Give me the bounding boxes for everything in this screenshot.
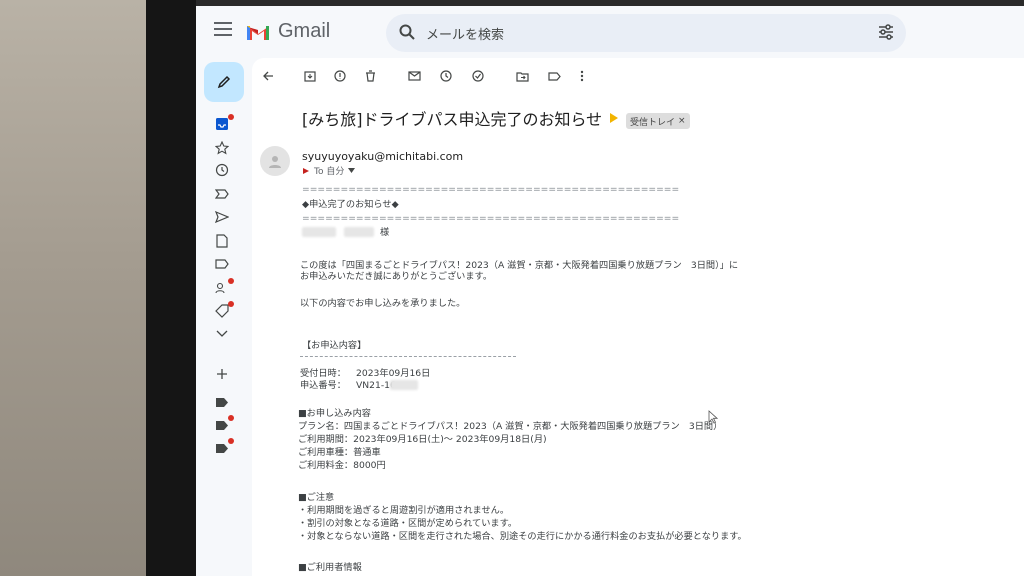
notification-dot	[228, 301, 234, 307]
pencil-icon	[217, 75, 231, 89]
importance-small-icon	[303, 167, 309, 174]
report-spam-icon[interactable]	[332, 68, 348, 84]
received-label: 受付日時：	[300, 368, 346, 379]
chevron-down-icon	[348, 168, 356, 173]
section-title: 【お申込内容】	[302, 340, 367, 351]
add-task-icon[interactable]	[470, 68, 486, 84]
notification-dot	[228, 114, 234, 120]
notification-dot	[228, 278, 234, 284]
mark-unread-icon[interactable]	[406, 68, 422, 84]
compose-button[interactable]	[204, 62, 244, 102]
message-panel: [みち旅]ドライブパス申込完了のお知らせ 受信トレイ × syuyuyoyaku…	[252, 58, 1024, 576]
remove-label-button[interactable]: ×	[678, 116, 686, 126]
avatar[interactable]	[260, 146, 290, 176]
intro-line: この度は「四国まるごとドライブパス！2023（A 滋賀・京都・大阪発着四国乗り放…	[300, 260, 739, 271]
search-input[interactable]: メールを検索	[426, 24, 504, 43]
separator-text: ========================================…	[302, 184, 680, 195]
chevron-down-icon[interactable]	[214, 326, 230, 342]
salutation: 様	[380, 227, 390, 238]
intro-line: 以下の内容でお申し込みを承りました。	[300, 298, 466, 309]
redacted-number	[390, 380, 418, 390]
recipient-text: To 自分	[314, 167, 345, 177]
plus-icon[interactable]	[214, 366, 230, 382]
vehicle-line: ご利用車種：普通車	[298, 447, 381, 458]
label-icon[interactable]	[214, 256, 230, 272]
notification-dot	[228, 438, 234, 444]
label-icon[interactable]	[214, 394, 230, 410]
gmail-m-icon	[247, 25, 269, 40]
archive-icon[interactable]	[302, 68, 318, 84]
user-info-title: ■ご利用者情報	[298, 562, 362, 573]
period-line: ご利用期間：2023年09月16日(土)～ 2023年09月18日(月)	[298, 434, 547, 445]
star-icon[interactable]	[214, 140, 230, 156]
notes-title: ■ご注意	[298, 492, 335, 503]
more-vert-icon[interactable]	[574, 68, 590, 84]
received-value: 2023年09月16日	[356, 368, 431, 379]
divider	[300, 356, 516, 357]
menu-icon[interactable]	[214, 22, 232, 36]
email-heading: ◆申込完了のお知らせ◆	[302, 199, 399, 210]
gmail-logo[interactable]: Gmail	[246, 20, 330, 43]
send-icon[interactable]	[214, 209, 230, 225]
gmail-window: Gmail メールを検索 [みち旅]ドライブパス申込完了のお知らせ 受信トレイ …	[196, 0, 1024, 576]
file-icon[interactable]	[214, 233, 230, 249]
search-bar[interactable]: メールを検索	[386, 14, 906, 52]
detail-title: ■お申し込み内容	[298, 408, 371, 419]
note-line: ・利用期間を過ぎると周遊割引が適用されません。	[298, 505, 510, 516]
label-chip-text: 受信トレイ	[630, 117, 676, 128]
delete-icon[interactable]	[362, 68, 378, 84]
intro-line: お申込みいただき誠にありがとうございます。	[300, 271, 493, 282]
notification-dot	[228, 415, 234, 421]
number-label: 申込番号：	[300, 380, 346, 391]
note-line: ・割引の対象となる道路・区間が定められています。	[298, 518, 518, 529]
mouse-cursor-icon	[708, 410, 718, 424]
person-icon	[269, 156, 281, 168]
snooze-icon[interactable]	[438, 68, 454, 84]
label-icon[interactable]	[546, 68, 562, 84]
app-name: Gmail	[278, 20, 331, 42]
clock-icon[interactable]	[214, 162, 230, 178]
filter-options-icon[interactable]	[878, 24, 894, 40]
move-to-icon[interactable]	[514, 68, 530, 84]
separator-text: ========================================…	[302, 213, 680, 224]
sender-address: syuyuyoyaku@michitabi.com	[302, 150, 464, 163]
email-subject: [みち旅]ドライブパス申込完了のお知らせ	[302, 110, 603, 129]
importance-marker[interactable]	[610, 113, 618, 123]
important-icon[interactable]	[214, 186, 230, 202]
recipient-line[interactable]: To 自分	[302, 164, 356, 177]
note-line: ・対象とならない道路・区間を走行された場合、別途その走行にかかる通行料金のお支払…	[298, 531, 747, 542]
back-arrow-icon[interactable]	[260, 68, 276, 84]
search-icon[interactable]	[398, 23, 416, 41]
price-line: ご利用料金：8000円	[298, 460, 386, 471]
background-wall	[0, 0, 150, 576]
gmail-header: Gmail メールを検索	[196, 6, 1024, 58]
redacted-name	[302, 227, 336, 237]
redacted-name	[344, 227, 374, 237]
inbox-label-chip: 受信トレイ ×	[626, 113, 690, 129]
plan-line: プラン名：四国まるごとドライブパス！2023（A 滋賀・京都・大阪発着四国乗り放…	[298, 421, 723, 432]
